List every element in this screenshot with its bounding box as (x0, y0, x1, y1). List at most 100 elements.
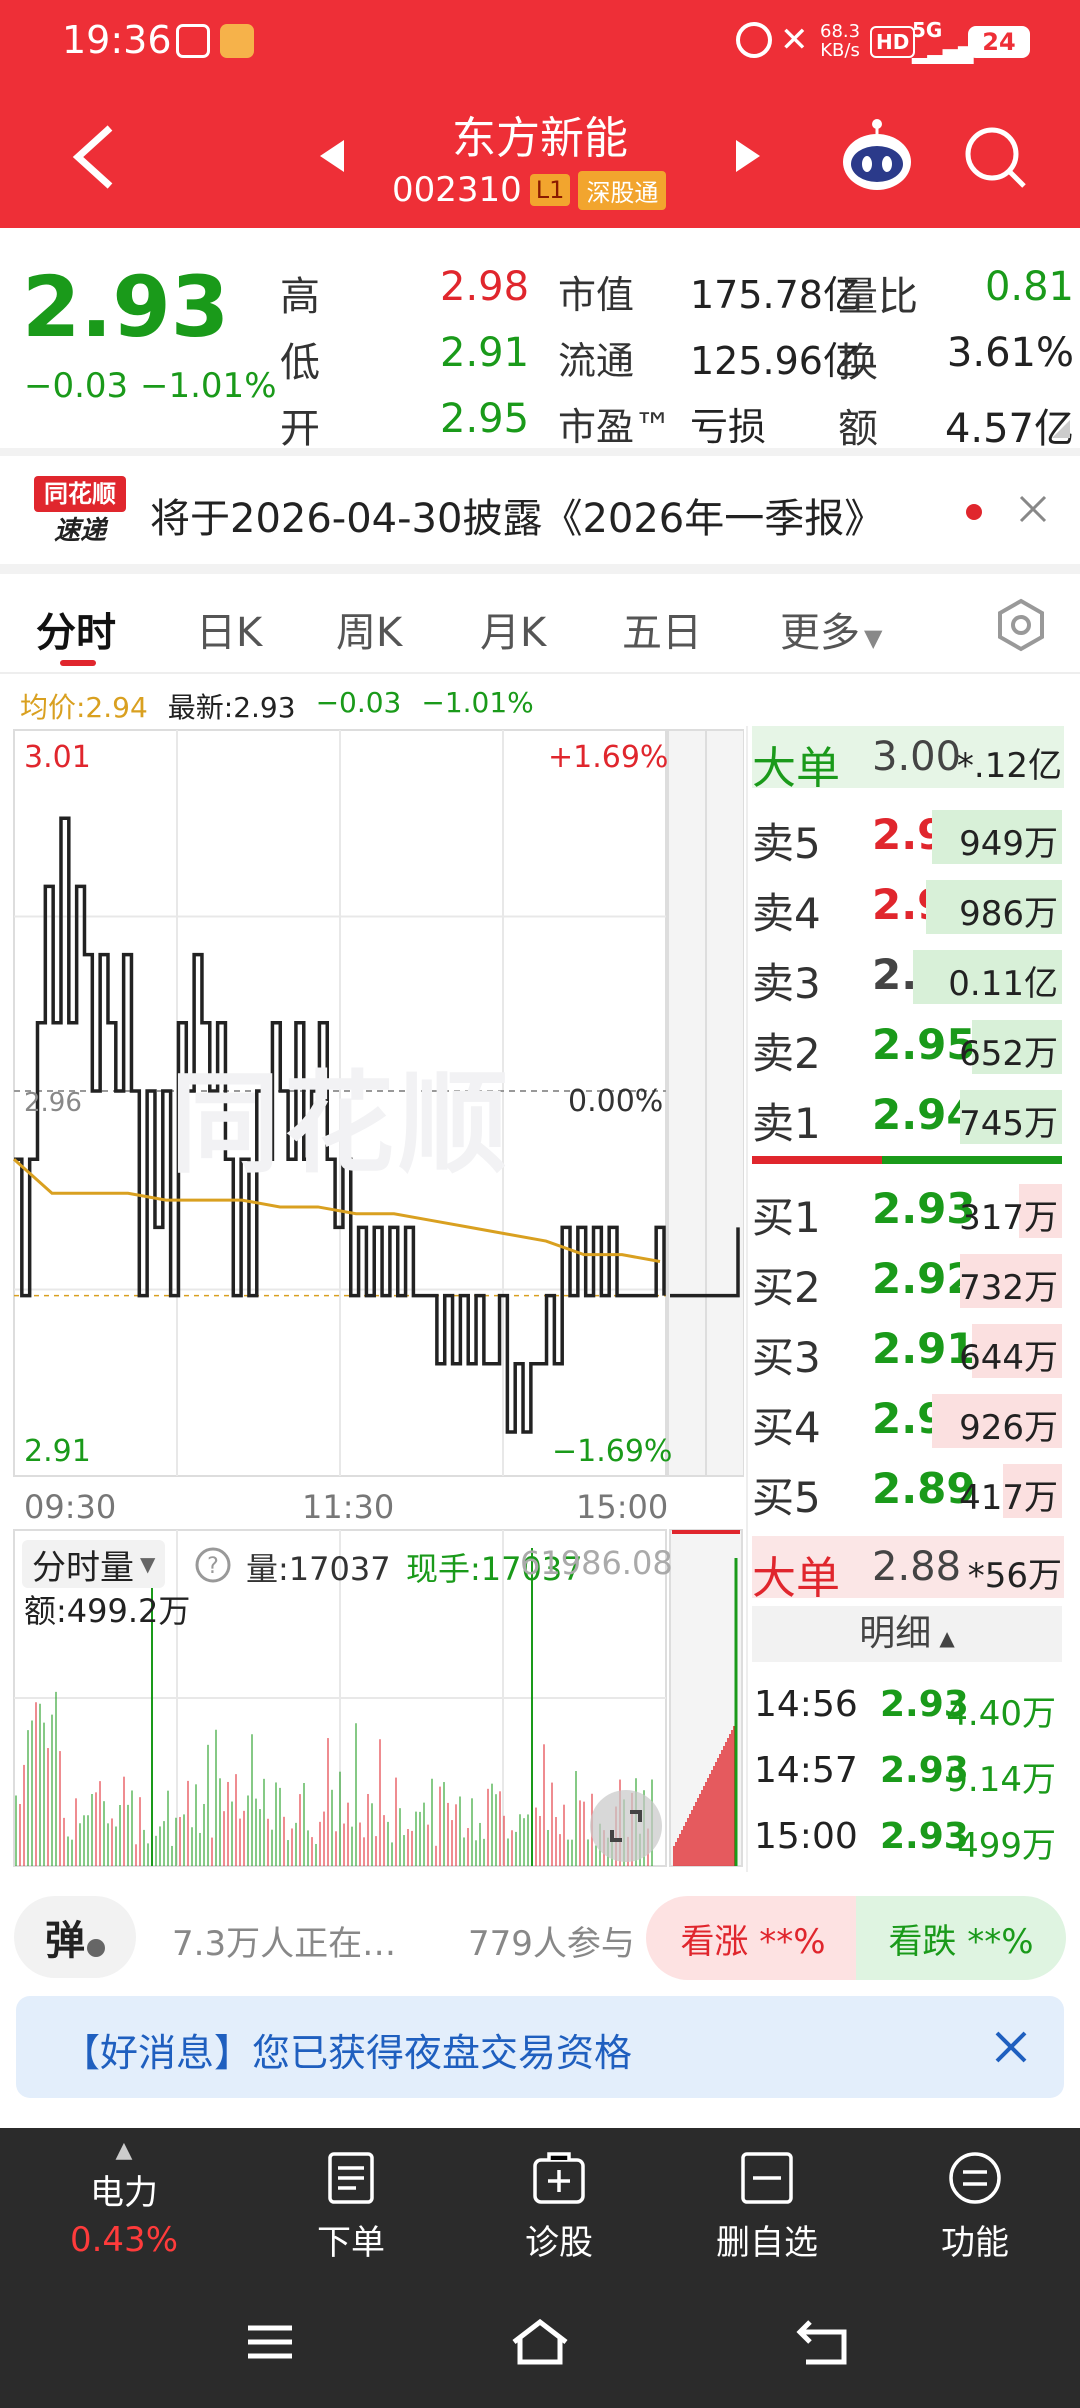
detail-label: 明细 (859, 1613, 932, 1654)
big-order-buy[interactable]: 大单 3.00 *.12亿 (752, 726, 1064, 794)
y-right-max-label: +1.69% (548, 740, 669, 775)
stat-label: 低 (280, 340, 320, 386)
trade-time: 14:56 (754, 1684, 858, 1725)
detail-toggle[interactable]: 明细 ▲ (752, 1606, 1062, 1662)
home-icon[interactable] (508, 2316, 572, 2368)
dropdown-icon: ▼ (864, 624, 883, 652)
ask-row[interactable]: 卖2 2.95 652万 (752, 1014, 1062, 1078)
ask-row[interactable]: 卖1 2.94 745万 (752, 1084, 1062, 1148)
avg-price-label: 均价:2.94 (20, 691, 148, 724)
nav-power-index[interactable]: ▲ 电力 0.43% (54, 2138, 194, 2260)
chart-info: 均价:2.94 最新:2.93 −0.03 −1.01% (20, 686, 534, 726)
app-notification-icon-2 (220, 24, 254, 58)
last-price: 2.93 (22, 258, 230, 356)
volume-amount: 额:499.2万 (24, 1592, 191, 1630)
tab-label: 更多 (780, 610, 860, 656)
nav-place-order[interactable]: 下单 (286, 2150, 416, 2264)
back-icon[interactable] (70, 124, 116, 190)
bid-level: 买1 (752, 1193, 821, 1242)
tab-period-5[interactable]: 更多 ▼ (780, 600, 882, 658)
danmaku-toggle[interactable]: 弹 (14, 1896, 136, 1978)
ask-row[interactable]: 卖4 2.97 986万 (752, 874, 1062, 938)
y-right-mid-label: 0.00% (568, 1084, 664, 1119)
big-order-sell[interactable]: 大单 2.88 *56万 (752, 1536, 1064, 1604)
ask-level: 卖2 (752, 1029, 821, 1078)
volume-indicator-label: 分时量 (32, 1547, 134, 1588)
trade-volume: 4.40万 (946, 1694, 1056, 1734)
ratio-value: 0.81 (984, 264, 1074, 310)
tab-period-1[interactable]: 日K (196, 600, 262, 658)
nav-diagnose[interactable]: 诊股 (494, 2150, 624, 2264)
ratio-value: 3.61% (946, 330, 1074, 376)
big-order-amount: *.12亿 (956, 746, 1062, 786)
latest-price-label: 最新:2.93 (167, 691, 296, 724)
bid-row[interactable]: 买1 2.93 317万 (752, 1178, 1062, 1242)
signal-icon: ▂▃▅▆ (912, 40, 974, 64)
stat-label: 开 (280, 406, 320, 452)
diagnose-icon (533, 2152, 585, 2204)
tab-period-2[interactable]: 周K (336, 600, 402, 658)
y-right-min-label: −1.69% (552, 1434, 673, 1469)
hd-icon: HD (870, 26, 916, 58)
ask-row[interactable]: 卖5 2.98 949万 (752, 804, 1062, 868)
system-back-icon[interactable] (796, 2318, 852, 2366)
trade-volume: 499万 (957, 1826, 1056, 1866)
remove-box-icon (741, 2152, 793, 2204)
bid-row[interactable]: 买5 2.89 417万 (752, 1458, 1062, 1522)
close-icon[interactable] (994, 2030, 1028, 2064)
market-value: 亏损 (690, 405, 767, 449)
bid-row[interactable]: 买3 2.91 644万 (752, 1318, 1062, 1382)
trade-volume: 9.14万 (946, 1760, 1056, 1800)
bid-volume: 317万 (959, 1198, 1058, 1238)
nav-functions[interactable]: 功能 (910, 2150, 1040, 2264)
column-divider (746, 726, 748, 1872)
big-order-label: 大单 (752, 743, 840, 794)
y-max-label: 3.01 (24, 740, 91, 775)
vote-up-button[interactable]: 看涨 **% (646, 1896, 860, 1980)
danmaku-label: 弹 (45, 1918, 85, 1964)
help-icon[interactable]: ? (194, 1546, 232, 1584)
nav-remove-watchlist[interactable]: 删自选 (702, 2150, 832, 2264)
tab-intraday[interactable]: 分时 (36, 600, 116, 666)
bid-volume: 926万 (959, 1408, 1058, 1448)
recent-apps-icon[interactable] (244, 2322, 296, 2362)
tab-period-3[interactable]: 月K (480, 600, 546, 658)
level-badge: L1 (529, 174, 571, 206)
bid-row[interactable]: 买4 2.90 926万 (752, 1388, 1062, 1452)
divider (0, 564, 1080, 574)
search-icon[interactable] (962, 124, 1028, 190)
tab-period-4[interactable]: 五日 (622, 600, 702, 658)
y-min-label: 2.91 (24, 1434, 91, 1469)
bid-row[interactable]: 买2 2.92 732万 (752, 1248, 1062, 1312)
mute-icon: ✕ (780, 20, 809, 60)
volume-indicator-select[interactable]: 分时量 ▼ (22, 1540, 166, 1588)
big-order-label: 大单 (752, 1553, 840, 1604)
battery-icon: 24 (968, 26, 1030, 58)
bid-level: 买2 (752, 1263, 821, 1312)
trade-row: 14:57 2.93 9.14万 (752, 1750, 1062, 1810)
market-label: 流通 (558, 339, 635, 383)
tab-label: 分时 (36, 610, 116, 656)
menu-circle-icon (949, 2152, 1001, 2204)
power-label: 电力 (90, 2173, 158, 2213)
tab-label: 月K (480, 610, 547, 656)
bid-volume: 417万 (959, 1478, 1058, 1518)
volume-qty: 量:17037 (246, 1550, 391, 1588)
x-tick-open: 09:30 (24, 1488, 117, 1526)
fullscreen-button[interactable] (590, 1790, 662, 1862)
vote-down-button[interactable]: 看跌 **% (856, 1896, 1066, 1980)
robot-assistant-icon[interactable] (836, 114, 918, 196)
nav-label: 诊股 (525, 2223, 593, 2263)
next-stock-icon[interactable] (734, 138, 762, 174)
buy-ratio (882, 1156, 1062, 1164)
participants-count: 779人参与 (468, 1924, 635, 1964)
settings-hexagon-icon[interactable] (994, 598, 1048, 652)
trade-price: 2.93 (880, 1816, 969, 1857)
close-icon[interactable] (1018, 494, 1048, 524)
stock-name: 东方新能 (452, 113, 628, 164)
collapse-up-icon: ▲ (939, 1626, 955, 1650)
ask-row[interactable]: 卖32.960.11亿 (752, 944, 1062, 1008)
ask-level: 卖1 (752, 1099, 821, 1148)
night-trading-banner[interactable]: 【好消息】您已获得夜盘交易资格 (16, 1996, 1064, 2098)
prev-stock-icon[interactable] (318, 138, 346, 174)
